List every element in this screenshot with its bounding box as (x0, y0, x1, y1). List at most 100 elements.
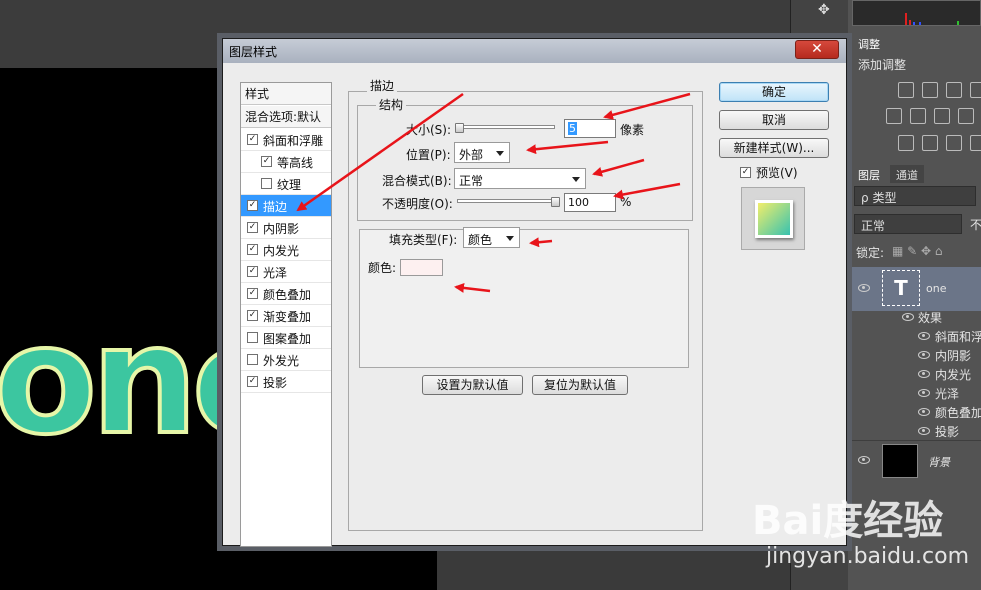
dialog-title: 图层样式 (229, 45, 278, 59)
effect-item[interactable]: 颜色叠加 (935, 404, 981, 421)
style-checkbox[interactable]: ✓ (247, 222, 258, 233)
style-list: 样式 混合选项:默认 ✓ 斜面和浮雕 ✓ 等高线 纹理 ✓ 描边 ✓ 内阴影 ✓ 内发光 ✓ 光泽 ✓ 颜色… (240, 82, 332, 547)
style-item[interactable]: ✓ 投影 (241, 371, 331, 393)
levels-icon[interactable] (922, 82, 938, 98)
eye-icon[interactable] (902, 313, 914, 321)
reset-default-button[interactable]: 复位为默认值 (532, 375, 628, 395)
style-item[interactable]: ✓ 光泽 (241, 261, 331, 283)
fill-type-label: 填充类型(F): (389, 233, 458, 247)
posterize-icon[interactable] (922, 135, 938, 151)
vibrance-icon[interactable] (886, 108, 902, 124)
lock-label: 锁定: (856, 246, 885, 260)
style-checkbox[interactable]: ✓ (247, 288, 258, 299)
canvas[interactable]: one (0, 68, 296, 590)
opacity-slider-thumb[interactable] (551, 197, 560, 207)
size-unit: 像素 (620, 123, 645, 137)
opacity-input[interactable]: 100 (564, 193, 616, 212)
brightness-icon[interactable] (898, 82, 914, 98)
cancel-button[interactable]: 取消 (719, 110, 829, 130)
position-select[interactable]: 外部 (454, 142, 510, 163)
style-checkbox[interactable] (247, 354, 258, 365)
style-item[interactable]: ✓ 渐变叠加 (241, 305, 331, 327)
stroke-section-title: 描边 (367, 77, 398, 94)
style-item[interactable]: 图案叠加 (241, 327, 331, 349)
eye-icon[interactable] (918, 389, 930, 397)
style-item[interactable]: ✓ 等高线 (241, 151, 331, 173)
eye-icon[interactable] (918, 427, 930, 435)
blend-mode-select[interactable]: 正常 (454, 168, 586, 189)
eye-icon[interactable] (918, 370, 930, 378)
invert-icon[interactable] (898, 135, 914, 151)
preview-checkbox[interactable]: ✓ (740, 167, 751, 178)
style-item[interactable]: 纹理 (241, 173, 331, 195)
style-preview (741, 187, 805, 250)
style-item-label: 描边 (263, 200, 288, 214)
search-icon: ρ (861, 191, 873, 205)
layer-blend-select[interactable]: 正常 (854, 214, 962, 234)
tab-adjustments[interactable]: 调整 (852, 34, 886, 52)
style-item[interactable]: ✓ 内发光 (241, 239, 331, 261)
ok-button[interactable]: 确定 (719, 82, 829, 102)
eye-icon[interactable] (858, 456, 870, 464)
size-label: 大小(S): (406, 123, 452, 137)
opacity-slider[interactable] (457, 199, 557, 203)
style-item-label: 内发光 (263, 244, 300, 258)
style-checkbox[interactable]: ✓ (247, 200, 258, 211)
style-checkbox[interactable]: ✓ (247, 134, 258, 145)
size-input[interactable]: 5 (564, 119, 616, 138)
style-item[interactable]: ✓ 内阴影 (241, 217, 331, 239)
blend-mode-label: 混合模式(B): (382, 174, 452, 188)
histogram (852, 0, 981, 26)
dialog-titlebar[interactable]: 图层样式 ✕ (223, 39, 846, 63)
exposure-icon[interactable] (970, 82, 981, 98)
style-item[interactable]: ✓ 颜色叠加 (241, 283, 331, 305)
effect-item[interactable]: 内发光 (935, 366, 971, 383)
effect-item[interactable]: 斜面和浮 (935, 328, 981, 345)
background-layer-name[interactable]: 背景 (928, 454, 950, 470)
style-checkbox[interactable] (247, 332, 258, 343)
curves-icon[interactable] (946, 82, 962, 98)
style-checkbox[interactable]: ✓ (247, 376, 258, 387)
new-style-button[interactable]: 新建样式(W)... (719, 138, 829, 158)
threshold-icon[interactable] (946, 135, 962, 151)
style-item-label: 等高线 (277, 156, 314, 170)
opacity-label: 不透明度(O): (382, 197, 453, 211)
canvas-bottom (222, 546, 437, 590)
tool-icon[interactable]: ✥ (818, 2, 834, 22)
fill-type-select[interactable]: 颜色 (463, 227, 520, 248)
style-checkbox[interactable] (261, 178, 272, 189)
layer-name[interactable]: one (926, 282, 946, 295)
close-button[interactable]: ✕ (795, 40, 839, 59)
style-checkbox[interactable]: ✓ (247, 244, 258, 255)
effect-item[interactable]: 光泽 (935, 385, 959, 402)
style-item[interactable]: ✓ 描边 (241, 195, 331, 217)
lock-icons[interactable]: ▦ ✎ ✥ ⌂ (892, 244, 943, 258)
style-item[interactable]: 外发光 (241, 349, 331, 371)
bw-icon[interactable] (958, 108, 974, 124)
tab-layers[interactable]: 图层 (852, 165, 886, 183)
size-slider-thumb[interactable] (455, 123, 464, 133)
style-checkbox[interactable]: ✓ (247, 266, 258, 277)
opacity-label: 不 (970, 218, 981, 232)
color-balance-icon[interactable] (934, 108, 950, 124)
size-slider[interactable] (455, 125, 555, 129)
eye-icon[interactable] (918, 332, 930, 340)
style-checkbox[interactable]: ✓ (261, 156, 272, 167)
effect-item[interactable]: 投影 (935, 423, 959, 440)
eye-icon[interactable] (918, 351, 930, 359)
style-item-label: 投影 (263, 376, 288, 390)
blend-options-item[interactable]: 混合选项:默认 (241, 106, 331, 128)
style-checkbox[interactable]: ✓ (247, 310, 258, 321)
tab-channels[interactable]: 通道 (890, 165, 924, 183)
style-list-header[interactable]: 样式 (241, 83, 331, 105)
gradient-map-icon[interactable] (970, 135, 981, 151)
eye-icon[interactable] (858, 284, 870, 292)
eye-icon[interactable] (918, 408, 930, 416)
effect-item[interactable]: 内阴影 (935, 347, 971, 364)
style-item-label: 纹理 (277, 178, 302, 192)
layer-filter-select[interactable]: ρ 类型 (854, 186, 976, 206)
stroke-color-swatch[interactable] (400, 259, 443, 276)
hue-icon[interactable] (910, 108, 926, 124)
style-item[interactable]: ✓ 斜面和浮雕 (241, 129, 331, 151)
set-default-button[interactable]: 设置为默认值 (422, 375, 523, 395)
